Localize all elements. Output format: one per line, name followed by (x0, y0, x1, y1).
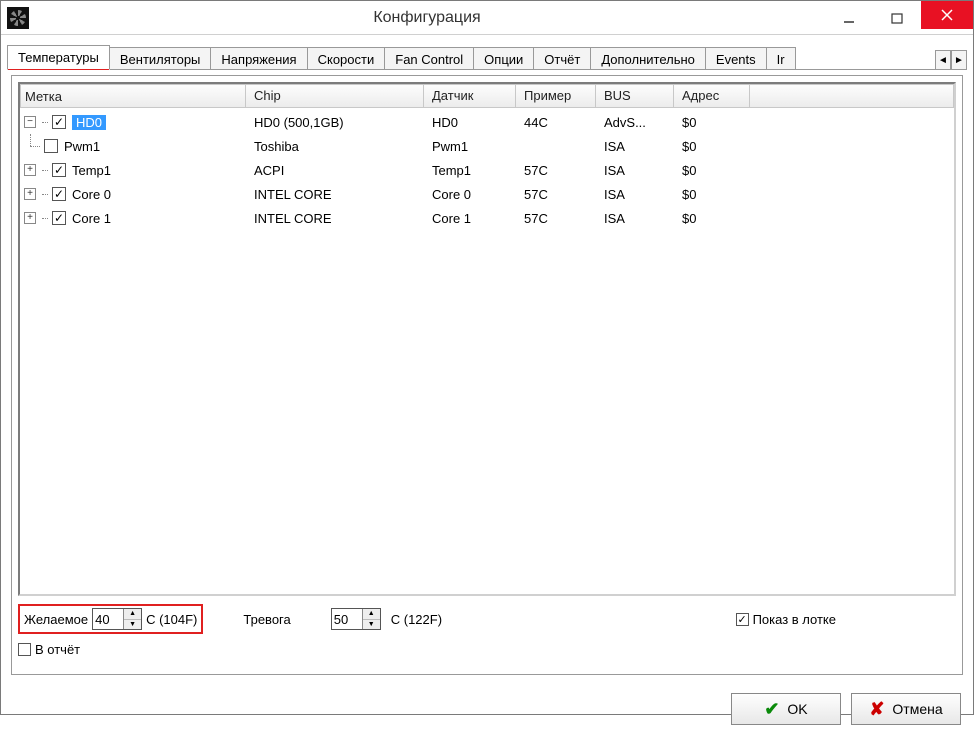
x-icon: ✘ (869, 699, 884, 720)
cell-chip: HD0 (500,1GB) (246, 115, 424, 130)
cell-sample: 57C (516, 187, 596, 202)
cell-chip: INTEL CORE (246, 211, 424, 226)
tray-label: Показ в лотке (753, 612, 836, 627)
tray-checkbox-group[interactable]: Показ в лотке (736, 612, 836, 627)
col-label[interactable]: Метка (20, 84, 246, 108)
tab-1[interactable]: Вентиляторы (109, 47, 212, 70)
cell-addr: $0 (674, 139, 750, 154)
tab-4[interactable]: Fan Control (384, 47, 474, 70)
table-row[interactable]: −HD0HD0 (500,1GB)HD044CAdvS...$0 (20, 110, 954, 134)
table-row[interactable]: +Core 1INTEL CORECore 157CISA$0 (20, 206, 954, 230)
cell-chip: INTEL CORE (246, 187, 424, 202)
table-row[interactable]: Pwm1ToshibaPwm1ISA$0 (20, 134, 954, 158)
maximize-button[interactable] (873, 4, 921, 32)
report-checkbox[interactable] (18, 643, 31, 656)
spin-up-icon[interactable]: ▲ (124, 609, 141, 620)
tab-5[interactable]: Опции (473, 47, 534, 70)
cell-chip: ACPI (246, 163, 424, 178)
tab-3[interactable]: Скорости (307, 47, 386, 70)
report-checkbox-group[interactable]: В отчёт (18, 642, 80, 657)
cell-chip: Toshiba (246, 139, 424, 154)
tab-strip: ТемпературыВентиляторыНапряженияСкорости… (1, 35, 973, 71)
expand-icon[interactable]: + (24, 188, 36, 200)
cell-sensor: Pwm1 (424, 139, 516, 154)
cell-bus: ISA (596, 163, 674, 178)
spin-down-icon[interactable]: ▼ (363, 620, 380, 630)
tab-panel-temperatures: Метка Chip Датчик Пример BUS Адрес −HD0H… (11, 75, 963, 675)
col-spacer (750, 84, 954, 108)
cancel-button[interactable]: ✘ Отмена (851, 693, 961, 725)
row-checkbox[interactable] (52, 211, 66, 225)
table-row[interactable]: +Temp1ACPITemp157CISA$0 (20, 158, 954, 182)
window-title: Конфигурация (29, 9, 825, 27)
titlebar: Конфигурация (1, 1, 973, 35)
desired-label: Желаемое (24, 612, 88, 627)
table-row[interactable]: +Core 0INTEL CORECore 057CISA$0 (20, 182, 954, 206)
tabs-scroll-left[interactable]: ◄ (935, 50, 951, 70)
close-button[interactable] (921, 1, 973, 29)
check-icon: ✔ (764, 699, 779, 720)
cell-addr: $0 (674, 187, 750, 202)
tab-8[interactable]: Events (705, 47, 767, 70)
tab-2[interactable]: Напряжения (210, 47, 307, 70)
dialog-buttons: ✔ OK ✘ Отмена (1, 685, 973, 735)
row-checkbox[interactable] (52, 115, 66, 129)
column-headers: Метка Chip Датчик Пример BUS Адрес (20, 84, 954, 108)
tabs-scroll-right[interactable]: ► (951, 50, 967, 70)
row-label: HD0 (72, 115, 106, 130)
row-checkbox[interactable] (44, 139, 58, 153)
cell-bus: ISA (596, 211, 674, 226)
spin-up-icon[interactable]: ▲ (363, 609, 380, 620)
alarm-spinner[interactable]: ▲▼ (331, 608, 381, 630)
col-sensor[interactable]: Датчик (424, 84, 516, 108)
desired-unit: C (104F) (146, 612, 197, 627)
bottom-controls: Желаемое ▲▼ C (104F) Тревога ▲▼ C (122F)… (12, 602, 962, 674)
spin-down-icon[interactable]: ▼ (124, 620, 141, 630)
desired-group-highlight: Желаемое ▲▼ C (104F) (18, 604, 203, 634)
row-label: Core 1 (72, 211, 111, 226)
cell-bus: AdvS... (596, 115, 674, 130)
cell-addr: $0 (674, 115, 750, 130)
alarm-unit: C (122F) (391, 612, 442, 627)
tab-7[interactable]: Дополнительно (590, 47, 706, 70)
tab-6[interactable]: Отчёт (533, 47, 591, 70)
tab-9[interactable]: Ir (766, 47, 796, 70)
report-label: В отчёт (35, 642, 80, 657)
cell-sensor: Core 0 (424, 187, 516, 202)
collapse-icon[interactable]: − (24, 116, 36, 128)
cell-addr: $0 (674, 211, 750, 226)
alarm-label: Тревога (243, 612, 290, 627)
sensor-tree[interactable]: Метка Chip Датчик Пример BUS Адрес −HD0H… (18, 82, 956, 596)
tab-0[interactable]: Температуры (7, 45, 110, 70)
row-label: Pwm1 (64, 139, 100, 154)
col-addr[interactable]: Адрес (674, 84, 750, 108)
cell-sample: 44C (516, 115, 596, 130)
expand-icon[interactable]: + (24, 164, 36, 176)
minimize-button[interactable] (825, 4, 873, 32)
desired-input[interactable] (93, 609, 123, 629)
ok-button[interactable]: ✔ OK (731, 693, 841, 725)
row-checkbox[interactable] (52, 187, 66, 201)
row-checkbox[interactable] (52, 163, 66, 177)
cell-bus: ISA (596, 139, 674, 154)
cell-sample: 57C (516, 163, 596, 178)
app-icon (7, 7, 29, 29)
tray-checkbox[interactable] (736, 613, 749, 626)
alarm-input[interactable] (332, 609, 362, 629)
cell-sample: 57C (516, 211, 596, 226)
cell-sensor: HD0 (424, 115, 516, 130)
desired-spinner[interactable]: ▲▼ (92, 608, 142, 630)
cell-sensor: Core 1 (424, 211, 516, 226)
cell-addr: $0 (674, 163, 750, 178)
cell-sensor: Temp1 (424, 163, 516, 178)
row-label: Temp1 (72, 163, 111, 178)
col-sample[interactable]: Пример (516, 84, 596, 108)
row-label: Core 0 (72, 187, 111, 202)
expand-icon[interactable]: + (24, 212, 36, 224)
col-chip[interactable]: Chip (246, 84, 424, 108)
cell-bus: ISA (596, 187, 674, 202)
col-bus[interactable]: BUS (596, 84, 674, 108)
